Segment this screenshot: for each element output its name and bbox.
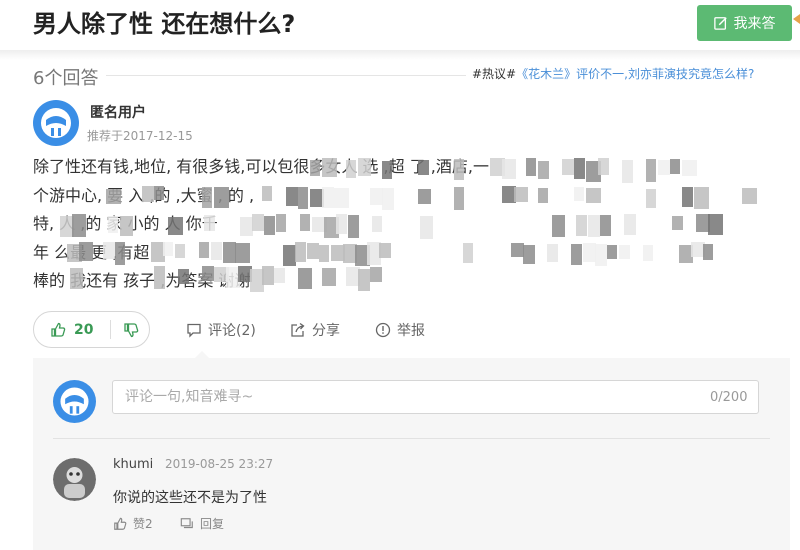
- panel-divider: [53, 438, 770, 439]
- comment-text: 你说的这些还不是为了性: [113, 490, 267, 506]
- comment-time: 2019-08-25 23:27: [165, 457, 274, 471]
- share-button[interactable]: 分享: [290, 320, 340, 340]
- answer-author[interactable]: 匿名用户: [90, 102, 146, 122]
- divider: [106, 75, 466, 76]
- header-divider: [0, 50, 800, 60]
- comment-like-button[interactable]: 赞2: [113, 515, 153, 532]
- comment-input[interactable]: [112, 380, 759, 414]
- hot-topic-link[interactable]: 《花木兰》评价不一,刘亦菲演技究竟怎么样?: [516, 67, 754, 81]
- answer-line: 除了性还有钱,地位, 有很多钱,可以包很多女人 选 ,超 了 ,酒店,一: [33, 157, 489, 176]
- hot-tag: #热议#: [472, 67, 517, 81]
- comment-reply-label: 回复: [200, 517, 225, 531]
- reply-icon: [180, 517, 193, 528]
- answer-count: 6个回答: [33, 68, 99, 89]
- upvote-count: 20: [74, 321, 94, 338]
- report-label: 举报: [397, 323, 425, 339]
- answer-line: 特, 人 ,的 家 小的 人 你千: [33, 214, 218, 233]
- vote-control: 20: [33, 311, 150, 348]
- thumbs-up-icon: [114, 517, 127, 530]
- my-avatar: [53, 380, 96, 423]
- comment-label: 评论(2): [208, 323, 256, 339]
- answer-button[interactable]: 我来答: [697, 5, 792, 41]
- thumbs-down-icon: [124, 322, 139, 337]
- commenter-avatar[interactable]: [53, 458, 96, 501]
- anonymous-avatar[interactable]: [33, 100, 79, 146]
- upvote-button[interactable]: 20: [34, 322, 110, 338]
- hot-topic[interactable]: #热议#《花木兰》评价不一,刘亦菲演技究竟怎么样?: [472, 65, 754, 82]
- panel-notch: [195, 351, 209, 358]
- thumbs-up-icon: [51, 322, 66, 337]
- share-icon: [291, 322, 305, 337]
- question-title: 男人除了性 还在想什么?: [33, 10, 296, 38]
- answer-line: 年 么最 更 ,有超: [33, 242, 150, 262]
- answer-line: 个游中心, 要 入 ,的 ,大蜜 , 的 ,: [33, 185, 255, 205]
- comment-button[interactable]: 评论(2): [186, 320, 256, 340]
- answer-text: 除了性还有钱,地位, 有很多钱,可以包很多女人 选 ,超 了 ,酒店,一 个游中…: [33, 153, 785, 296]
- answer-button-label: 我来答: [733, 16, 776, 32]
- share-label: 分享: [312, 323, 340, 339]
- downvote-button[interactable]: [111, 322, 139, 338]
- report-icon: [375, 322, 391, 338]
- recommended-date: 推荐于2017-12-15: [87, 129, 193, 143]
- report-button[interactable]: 举报: [375, 320, 425, 340]
- answer-line: 棒的 我还有 孩子 ,为答案 谢谢: [33, 271, 251, 290]
- commenter-name[interactable]: khumi: [113, 457, 153, 472]
- side-tab-arrow: [793, 14, 800, 24]
- comment-like-label: 赞2: [133, 517, 153, 531]
- char-counter: 0/200: [710, 390, 748, 405]
- comment-icon: [187, 323, 201, 338]
- edit-icon: [713, 17, 727, 30]
- comment-reply-button[interactable]: 回复: [180, 515, 224, 532]
